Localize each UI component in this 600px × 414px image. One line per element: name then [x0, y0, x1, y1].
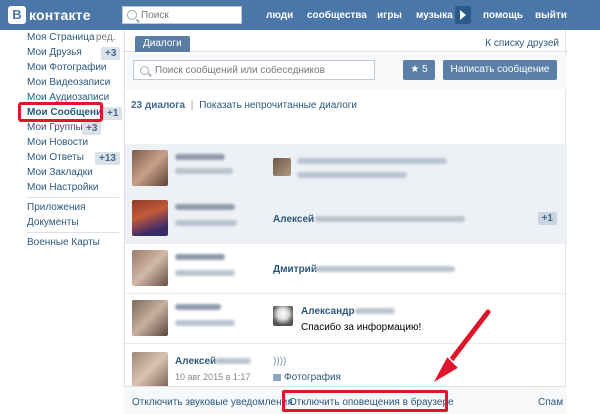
menu-groups-badge: +3 — [82, 122, 102, 135]
dialog-row[interactable] — [125, 144, 567, 194]
footer-bar: Отключить звуковые уведомления Отключить… — [124, 386, 566, 414]
messages-highlight-frame — [18, 102, 103, 122]
top-nav-games: игры — [377, 0, 416, 30]
browser-notify-highlight-frame — [282, 390, 448, 412]
top-search-placeholder: Поиск — [141, 9, 169, 21]
blurred-date — [175, 320, 235, 326]
dialog-name: Александр — [301, 306, 355, 317]
menu-my-page[interactable]: Моя Страница — [27, 32, 95, 45]
vk-logo-mark: В — [8, 6, 26, 24]
unread-badge: +1 — [537, 212, 557, 225]
top-nav: люди — [266, 0, 307, 30]
avatar — [273, 158, 291, 176]
search-icon — [127, 10, 137, 20]
avatar — [273, 306, 293, 326]
top-nav-logout: выйти — [535, 0, 581, 30]
tab-bar: Диалоги К списку друзей — [125, 30, 567, 52]
nav-communities[interactable]: сообщества — [307, 10, 367, 21]
spam-link[interactable]: Спам — [538, 397, 563, 408]
menu-apps[interactable]: Приложения — [27, 202, 86, 215]
camera-icon — [273, 374, 281, 381]
tab-dialogs[interactable]: Диалоги — [135, 36, 190, 52]
dialog-count: 23 диалога — [131, 100, 186, 111]
important-count: 5 — [422, 64, 428, 75]
menu-divider — [27, 232, 119, 233]
dialog-date: 10 авг 2015 в 1:17 — [175, 372, 251, 382]
dialog-row[interactable]: Александр Спасибо за информацию! — [125, 294, 567, 344]
show-unread-link[interactable]: Показать непрочитанные диалоги — [199, 100, 357, 111]
avatar — [132, 250, 168, 286]
menu-messages-badge: +1 — [103, 107, 123, 120]
vk-logo-text: контакте — [29, 7, 91, 23]
top-nav-help: помощь — [483, 0, 537, 30]
menu-war-maps[interactable]: Военные Карты — [27, 237, 100, 250]
blurred-snippet — [315, 266, 455, 272]
search-icon — [140, 65, 149, 75]
dialog-row[interactable]: Алексей +1 — [125, 194, 567, 244]
attachment-link[interactable]: Фотография — [284, 372, 341, 383]
write-message-button[interactable]: Написать сообщение — [443, 60, 557, 80]
blurred-snippet — [315, 216, 465, 222]
blurred-name — [175, 304, 221, 310]
avatar — [132, 300, 168, 336]
search-row: Поиск сообщений или собеседников ★ 5 Нап… — [125, 54, 567, 90]
separator: | — [190, 100, 194, 111]
menu-videos[interactable]: Мои Видеозаписи — [27, 77, 110, 90]
menu-photos[interactable]: Мои Фотографии — [27, 62, 107, 75]
menu-edit-link[interactable]: ред. — [96, 32, 116, 45]
dialog-name: Дмитрий — [273, 264, 317, 275]
menu-friends-badge: +3 — [101, 47, 121, 60]
blurred-name — [175, 254, 225, 260]
to-friends-link[interactable]: К списку друзей — [485, 38, 559, 49]
top-bar: В контакте Поиск люди сообщества игры му… — [0, 0, 600, 30]
dialog-row[interactable]: Дмитрий — [125, 244, 567, 294]
blurred-snippet — [297, 158, 447, 164]
menu-groups[interactable]: Мои Группы — [27, 122, 83, 135]
blurred-date — [175, 220, 237, 226]
vk-messages-page: В контакте Поиск люди сообщества игры му… — [0, 0, 600, 414]
menu-news[interactable]: Мои Новости — [27, 137, 88, 150]
wave-icon: )))) — [273, 356, 287, 367]
play-icon[interactable] — [455, 6, 471, 24]
blurred-date — [175, 168, 233, 174]
vk-logo[interactable]: В контакте — [8, 5, 91, 25]
top-nav-communities: сообщества — [307, 0, 381, 30]
dialog-name: Алексей — [273, 214, 315, 225]
top-search-input[interactable]: Поиск — [122, 6, 242, 24]
nav-music[interactable]: музыка — [416, 10, 453, 21]
dialog-count-line: 23 диалога | Показать непрочитанные диал… — [131, 100, 357, 111]
avatar — [132, 150, 168, 186]
menu-divider — [27, 197, 119, 198]
dialog-name: Алексей — [175, 356, 217, 367]
blurred-name — [175, 154, 225, 160]
menu-docs[interactable]: Документы — [27, 217, 79, 230]
blurred-surname — [355, 308, 395, 314]
blurred-snippet — [297, 172, 407, 178]
nav-help[interactable]: помощь — [483, 10, 523, 21]
important-messages-button[interactable]: ★ 5 — [403, 60, 435, 80]
blurred-date — [175, 270, 235, 276]
messages-panel: Диалоги К списку друзей Поиск сообщений … — [124, 30, 567, 414]
star-icon: ★ — [410, 64, 420, 75]
message-search-placeholder: Поиск сообщений или собеседников — [155, 64, 325, 76]
avatar — [132, 352, 168, 388]
menu-bookmarks[interactable]: Мои Закладки — [27, 167, 93, 180]
message-search-input[interactable]: Поиск сообщений или собеседников — [133, 60, 375, 80]
menu-settings[interactable]: Мои Настройки — [27, 182, 98, 195]
nav-games[interactable]: игры — [377, 10, 402, 21]
blurred-name — [175, 204, 235, 210]
menu-answers-badge: +13 — [95, 152, 120, 165]
avatar — [132, 200, 168, 236]
disable-sound-link[interactable]: Отключить звуковые уведомления — [132, 397, 293, 408]
nav-logout[interactable]: выйти — [535, 10, 567, 21]
blurred-surname — [215, 358, 251, 364]
dialog-snippet: Спасибо за информацию! — [301, 322, 422, 333]
menu-friends[interactable]: Мои Друзья — [27, 47, 82, 60]
nav-people[interactable]: люди — [266, 10, 293, 21]
menu-answers[interactable]: Мои Ответы — [27, 152, 84, 165]
